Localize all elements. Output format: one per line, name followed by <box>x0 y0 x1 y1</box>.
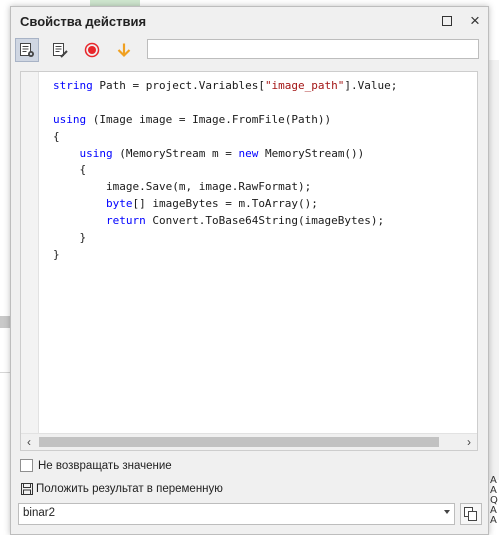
code-token: { <box>53 163 87 177</box>
line-gutter <box>21 72 39 434</box>
code-line[interactable] <box>53 95 397 112</box>
code-token: Path = project.Variables[ <box>92 79 265 92</box>
code-token: (Image image = Image.FromFile(Path)) <box>86 112 332 126</box>
horizontal-scrollbar[interactable]: ‹ › <box>21 433 477 450</box>
edit-document-icon <box>53 43 68 58</box>
background-text-fragment: AAQAA <box>490 476 499 526</box>
code-keyword: return <box>105 214 146 228</box>
code-token: } <box>53 231 87 245</box>
maximize-icon <box>442 16 452 26</box>
code-keyword: using <box>53 112 87 126</box>
code-token: [] imageBytes = m.ToArray(); <box>132 197 318 211</box>
code-line[interactable]: string Path = project.Variables["image_p… <box>53 78 397 95</box>
code-token: Convert.ToBase64String(imageBytes); <box>145 214 385 228</box>
scroll-left-icon[interactable]: ‹ <box>21 434 37 450</box>
chevron-down-icon[interactable] <box>444 510 450 514</box>
move-down-button[interactable] <box>112 38 136 62</box>
toolbar <box>11 37 488 65</box>
code-line[interactable]: } <box>53 230 397 247</box>
code-line[interactable]: using (Image image = Image.FromFile(Path… <box>53 112 397 129</box>
code-keyword: using <box>79 146 113 160</box>
title-bar: Свойства действия × <box>11 7 488 35</box>
code-token: ].Value; <box>344 79 398 92</box>
code-line[interactable]: { <box>53 129 397 146</box>
code-token: image.Save(m, image.RawFormat); <box>53 180 312 194</box>
code-token: } <box>53 247 60 261</box>
code-line[interactable]: } <box>53 247 397 264</box>
scroll-right-icon[interactable]: › <box>461 434 477 450</box>
no-return-checkbox[interactable] <box>20 459 33 472</box>
action-properties-dialog: Свойства действия × string Path = projec… <box>10 6 489 535</box>
no-return-label: Не возвращать значение <box>38 459 172 472</box>
code-token: MemoryStream()) <box>258 146 365 160</box>
no-return-option[interactable]: Не возвращать значение <box>20 459 172 472</box>
code-line[interactable]: image.Save(m, image.RawFormat); <box>53 179 397 196</box>
record-button[interactable] <box>80 38 104 62</box>
close-icon: × <box>470 11 480 30</box>
code-line[interactable]: { <box>53 162 397 179</box>
variable-dropdown[interactable]: binar2 <box>18 503 455 525</box>
background-letter: A <box>490 515 497 526</box>
code-string: "image_path" <box>264 79 345 92</box>
background-panel-right <box>489 60 499 480</box>
code-editor[interactable]: string Path = project.Variables["image_p… <box>20 71 478 451</box>
save-result-label: Положить результат в переменную <box>36 482 223 495</box>
code-keyword: new <box>238 146 259 160</box>
scrollbar-thumb[interactable] <box>39 437 439 447</box>
arrow-down-icon <box>117 43 131 58</box>
code-text[interactable]: string Path = project.Variables["image_p… <box>53 78 397 264</box>
properties-icon <box>20 43 34 57</box>
edit-code-button[interactable] <box>48 38 72 62</box>
copy-variable-button[interactable] <box>460 503 482 525</box>
record-icon <box>84 42 100 58</box>
code-keyword: string <box>53 79 93 92</box>
code-line[interactable]: byte[] imageBytes = m.ToArray(); <box>53 196 397 213</box>
code-token: { <box>53 129 60 143</box>
search-input[interactable] <box>147 39 479 59</box>
maximize-button[interactable] <box>439 13 455 29</box>
dialog-title: Свойства действия <box>20 14 147 29</box>
code-line[interactable]: using (MemoryStream m = new MemoryStream… <box>53 146 397 163</box>
close-button[interactable]: × <box>467 11 483 30</box>
code-keyword: byte <box>105 197 133 211</box>
variable-value: binar2 <box>23 507 55 519</box>
save-result-option: Положить результат в переменную <box>20 482 223 495</box>
copy-icon <box>464 507 477 521</box>
code-line[interactable]: return Convert.ToBase64String(imageBytes… <box>53 213 397 230</box>
properties-mode-button[interactable] <box>15 38 39 62</box>
save-disk-icon <box>20 482 33 495</box>
code-token: (MemoryStream m = <box>112 146 239 160</box>
